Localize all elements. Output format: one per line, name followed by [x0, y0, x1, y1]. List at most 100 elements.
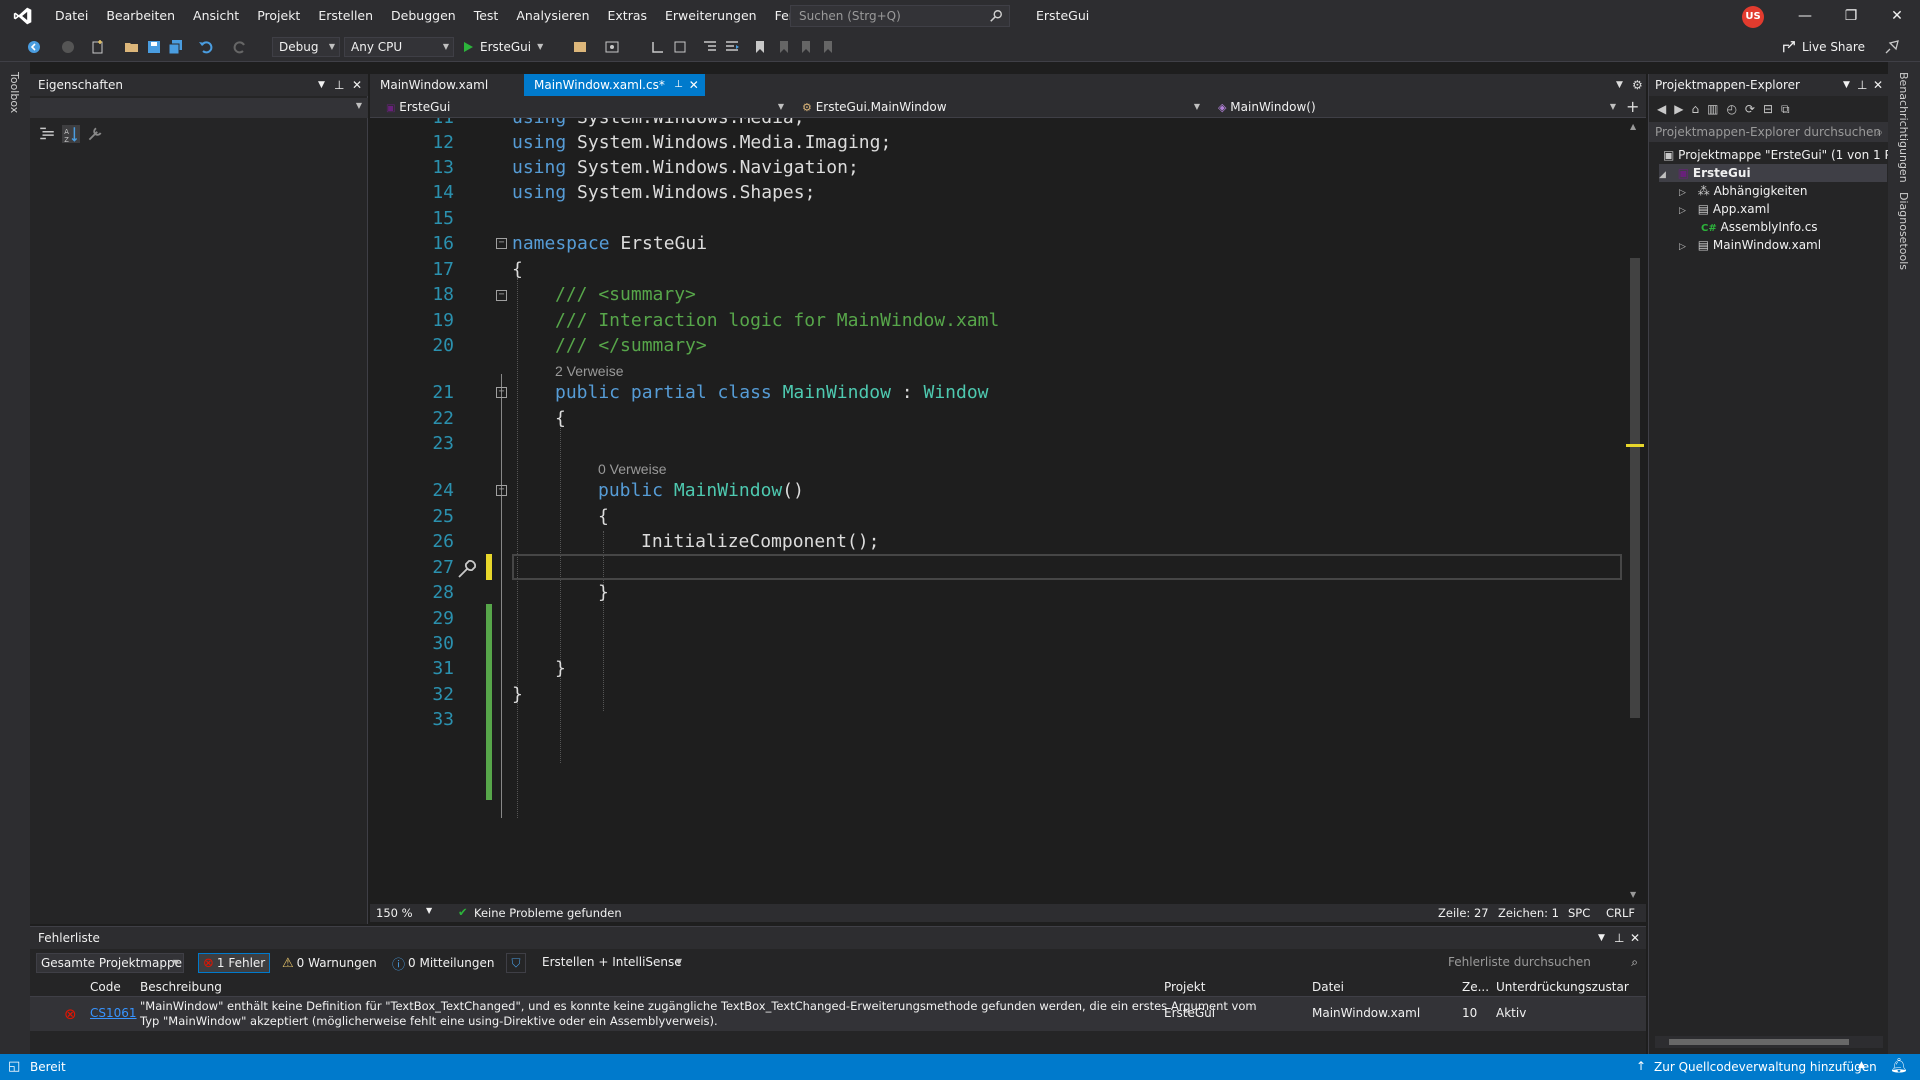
menu-analysieren[interactable]: Analysieren: [507, 0, 598, 32]
column-project[interactable]: Projekt: [1164, 980, 1205, 994]
column-description[interactable]: Beschreibung: [140, 980, 222, 994]
menu-projekt[interactable]: Projekt: [248, 0, 309, 32]
live-share-button[interactable]: Live Share: [1782, 37, 1865, 57]
error-list-search-input[interactable]: Fehlerliste durchsuchen ⌕: [1442, 953, 1642, 973]
warnings-filter-toggle[interactable]: ⚠ 0 Warnungen: [282, 953, 377, 973]
clear-bookmarks-icon[interactable]: [820, 39, 836, 55]
close-window-icon[interactable]: ✕: [1874, 0, 1920, 32]
minimize-icon[interactable]: —: [1782, 0, 1828, 32]
property-pages-icon[interactable]: [86, 125, 104, 143]
search-icon[interactable]: ⌕: [1631, 953, 1638, 971]
diagnostics-tab[interactable]: Diagnosetools: [1897, 192, 1910, 270]
error-code-link[interactable]: CS1061: [90, 1006, 137, 1020]
tab-mainwindow-xaml-cs[interactable]: MainWindow.xaml.cs* ⊥ ✕: [524, 74, 705, 96]
chevron-up-icon[interactable]: ▲: [1858, 1060, 1865, 1070]
restore-icon[interactable]: ❐: [1828, 0, 1874, 32]
tree-item-mainwindow-xaml[interactable]: ▷ ▤ MainWindow.xaml: [1679, 236, 1821, 254]
project-nav-select[interactable]: ▣ ErsteGui ▼: [378, 98, 788, 116]
collapse-class-icon[interactable]: −: [496, 387, 507, 398]
configuration-select[interactable]: Debug ▼: [272, 37, 340, 57]
close-icon[interactable]: ✕: [1630, 927, 1640, 949]
column-line[interactable]: Ze...: [1462, 980, 1489, 994]
redo-icon[interactable]: [232, 39, 248, 55]
start-debug-button[interactable]: ErsteGui ▼: [462, 37, 543, 57]
pending-changes-icon[interactable]: ◴: [1726, 102, 1736, 116]
menu-datei[interactable]: Datei: [46, 0, 97, 32]
errors-filter-toggle[interactable]: ⊗ 1 Fehler: [198, 953, 271, 973]
collapse-namespace-icon[interactable]: −: [496, 238, 507, 249]
filter-icon[interactable]: ⛉: [506, 953, 526, 973]
quick-actions-screwdriver-icon[interactable]: [456, 558, 478, 580]
navigate-back-icon[interactable]: [26, 39, 42, 55]
menu-erstellen[interactable]: Erstellen: [309, 0, 382, 32]
collapse-comment-icon[interactable]: −: [496, 290, 507, 301]
problems-status[interactable]: Keine Probleme gefunden: [474, 906, 622, 920]
next-bookmark-icon[interactable]: [798, 39, 814, 55]
search-icon[interactable]: ⌕: [1876, 122, 1883, 142]
column-file[interactable]: Datei: [1312, 980, 1344, 994]
close-icon[interactable]: ✕: [352, 74, 362, 96]
scroll-up-icon[interactable]: ▲: [1630, 122, 1636, 131]
outdent-icon[interactable]: [702, 39, 718, 55]
messages-filter-toggle[interactable]: ⓘ 0 Mitteilungen: [392, 953, 494, 973]
categorized-icon[interactable]: [38, 125, 56, 143]
editor-vertical-scrollbar[interactable]: ▲ ▼: [1626, 118, 1644, 904]
menu-debuggen[interactable]: Debuggen: [382, 0, 465, 32]
chevron-down-icon[interactable]: ▼: [318, 74, 325, 96]
save-icon[interactable]: [146, 39, 162, 55]
browser-link-icon[interactable]: [572, 39, 588, 55]
open-folder-icon[interactable]: [124, 39, 140, 55]
tree-item-abhaengigkeiten[interactable]: ▷ ⁂ Abhängigkeiten: [1679, 182, 1807, 200]
collapse-constructor-icon[interactable]: −: [496, 485, 507, 496]
quick-search-input[interactable]: Suchen (Strg+Q): [790, 5, 1010, 27]
class-nav-select[interactable]: ⚙ ErsteGui.MainWindow ▼: [794, 98, 1204, 116]
codelens-references[interactable]: 0 Verweise: [598, 459, 666, 479]
user-avatar[interactable]: US: [1742, 6, 1764, 28]
menu-test[interactable]: Test: [465, 0, 508, 32]
split-editor-icon[interactable]: +: [1626, 96, 1639, 118]
scroll-down-icon[interactable]: ▼: [1630, 890, 1636, 899]
tree-item-app-xaml[interactable]: ▷ ▤ App.xaml: [1679, 200, 1770, 218]
prev-bookmark-icon[interactable]: [776, 39, 792, 55]
pin-icon[interactable]: ⊥: [674, 74, 683, 96]
alphabetical-icon[interactable]: AZ: [62, 125, 80, 143]
line-ending-indicator[interactable]: CRLF: [1606, 906, 1635, 920]
back-icon[interactable]: ◀: [1657, 102, 1666, 116]
collapse-all-icon[interactable]: ⊟: [1763, 102, 1773, 116]
tree-solution-item[interactable]: ▣ Projektmappe "ErsteGui" (1 von 1 Proje: [1663, 146, 1914, 164]
notifications-tab[interactable]: Benachrichtigungen: [1897, 72, 1910, 183]
close-icon[interactable]: ✕: [1873, 74, 1883, 96]
tree-item-assemblyinfo[interactable]: C# AssemblyInfo.cs: [1701, 218, 1818, 236]
column-code[interactable]: Code: [90, 980, 121, 994]
codelens-references[interactable]: 2 Verweise: [555, 361, 623, 381]
feedback-icon[interactable]: [1884, 39, 1900, 55]
settings-gear-icon[interactable]: ⚙: [1632, 74, 1643, 96]
zoom-level[interactable]: 150 %: [376, 906, 413, 920]
menu-erweiterungen[interactable]: Erweiterungen: [656, 0, 766, 32]
chevron-down-icon[interactable]: ▼: [1843, 74, 1850, 96]
chevron-down-icon[interactable]: ▼: [426, 906, 432, 915]
tree-project-item[interactable]: ◢ ▣ ErsteGui: [1659, 164, 1887, 182]
tab-overflow-chevron-icon[interactable]: ▼: [1616, 74, 1623, 96]
indent-icon[interactable]: [724, 39, 740, 55]
screenshot-icon[interactable]: [604, 39, 620, 55]
properties-object-select[interactable]: ▼: [30, 98, 368, 118]
undo-icon[interactable]: [198, 39, 214, 55]
menu-extras[interactable]: Extras: [599, 0, 657, 32]
close-tab-icon[interactable]: ✕: [689, 74, 699, 96]
column-suppression[interactable]: Unterdrückungszustar: [1496, 980, 1629, 994]
scope-select[interactable]: Gesamte Projektmappe ▼: [36, 953, 184, 973]
member-nav-select[interactable]: ◈ MainWindow() ▼: [1210, 98, 1620, 116]
solution-explorer-search-input[interactable]: Projektmappen-Explorer durchsuchen ⌕: [1649, 122, 1889, 142]
scrollbar-thumb[interactable]: [1630, 258, 1640, 718]
error-list-row[interactable]: ⊗ CS1061 "MainWindow" enthält keine Defi…: [30, 997, 1646, 1031]
pin-icon[interactable]: ⊥: [1857, 74, 1867, 96]
scrollbar-thumb[interactable]: [1669, 1039, 1849, 1045]
bookmark-icon[interactable]: [752, 39, 768, 55]
notifications-bell-icon[interactable]: 🔔︎: [1890, 1058, 1908, 1074]
add-to-source-control-button[interactable]: Zur Quellcodeverwaltung hinzufügen: [1654, 1060, 1877, 1074]
search-icon[interactable]: [989, 9, 1003, 23]
build-filter-select[interactable]: Erstellen + IntelliSense ▼: [538, 953, 686, 973]
solution-explorer-horizontal-scrollbar[interactable]: [1655, 1036, 1883, 1048]
menu-bearbeiten[interactable]: Bearbeiten: [97, 0, 184, 32]
